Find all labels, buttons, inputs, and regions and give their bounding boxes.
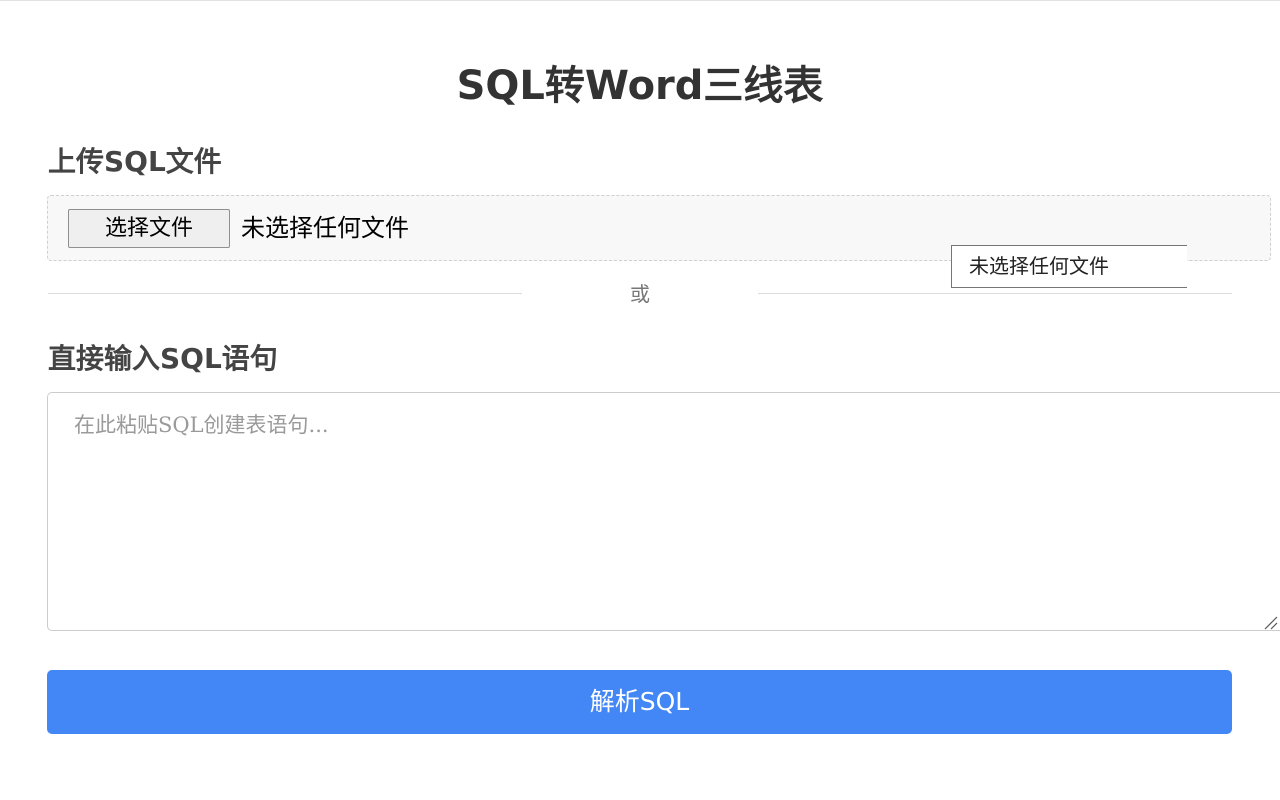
- divider-line-right: [758, 293, 1232, 294]
- resize-handle-icon[interactable]: [1262, 614, 1278, 630]
- divider-line-left: [48, 293, 522, 294]
- top-border: [0, 0, 1280, 1]
- sql-input-heading: 直接输入SQL语句: [48, 342, 278, 375]
- page-title: SQL转Word三线表: [456, 63, 824, 109]
- file-status-text: 未选择任何文件: [241, 214, 409, 242]
- divider-or-text: 或: [630, 282, 650, 306]
- parse-sql-button[interactable]: 解析SQL: [47, 670, 1232, 734]
- sql-input[interactable]: [47, 392, 1280, 631]
- file-status-tooltip: 未选择任何文件: [951, 245, 1187, 288]
- choose-file-button[interactable]: 选择文件: [68, 209, 230, 248]
- upload-heading: 上传SQL文件: [48, 145, 222, 178]
